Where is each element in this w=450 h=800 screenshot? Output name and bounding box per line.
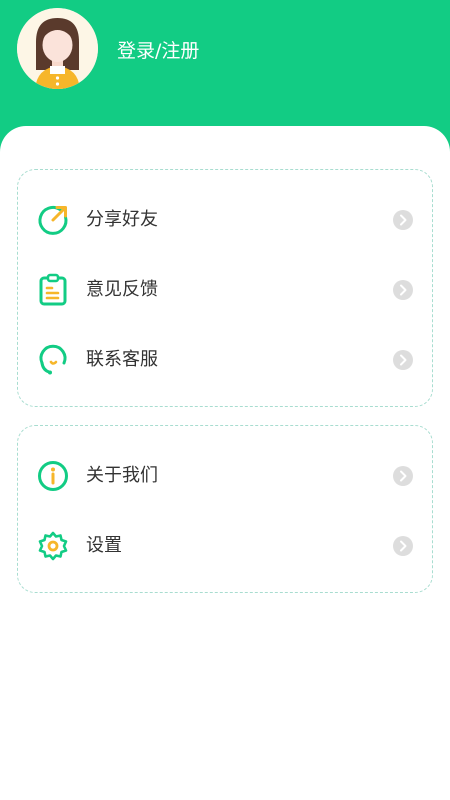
- chevron-right-icon: [393, 536, 413, 556]
- menu-item-label: 分享好友: [86, 209, 158, 230]
- menu-item-share[interactable]: 分享好友: [18, 185, 432, 255]
- customer-service-icon: [36, 343, 70, 377]
- share-icon: [36, 203, 70, 237]
- feedback-clipboard-icon: [36, 273, 70, 307]
- avatar[interactable]: [17, 8, 98, 89]
- menu-item-feedback[interactable]: 意见反馈: [18, 255, 432, 325]
- menu-item-label: 意见反馈: [86, 279, 158, 300]
- menu-item-label: 联系客服: [86, 349, 158, 370]
- chevron-right-icon: [393, 210, 413, 230]
- menu-item-customer-service[interactable]: 联系客服: [18, 325, 432, 395]
- menu-item-label: 关于我们: [86, 465, 158, 486]
- chevron-right-icon: [393, 466, 413, 486]
- login-register-link[interactable]: 登录/注册: [117, 38, 199, 64]
- user-avatar-icon: [17, 8, 98, 89]
- menu-item-about[interactable]: 关于我们: [18, 441, 432, 511]
- menu-content: 分享好友 意见反馈 联系客服 关于我们 设置: [0, 126, 450, 800]
- menu-card-primary: 分享好友 意见反馈 联系客服: [17, 169, 433, 407]
- chevron-right-icon: [393, 350, 413, 370]
- menu-item-settings[interactable]: 设置: [18, 511, 432, 581]
- info-icon: [36, 459, 70, 493]
- gear-icon: [36, 529, 70, 563]
- chevron-right-icon: [393, 280, 413, 300]
- menu-item-label: 设置: [86, 535, 122, 556]
- menu-card-secondary: 关于我们 设置: [17, 425, 433, 593]
